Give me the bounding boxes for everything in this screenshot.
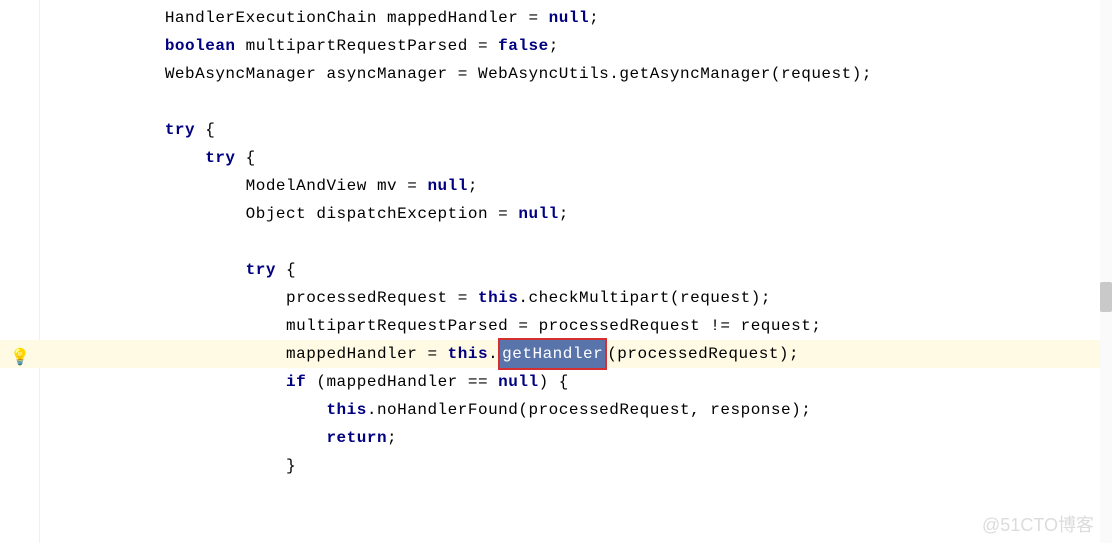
code-editor[interactable]: HandlerExecutionChain mappedHandler = nu… [0, 0, 1112, 543]
code-line[interactable]: boolean multipartRequestParsed = false; [40, 32, 1102, 60]
code-token: Object dispatchException = [246, 205, 519, 223]
code-line[interactable]: } [40, 452, 1102, 480]
code-token: { [205, 121, 215, 139]
code-line[interactable]: try { [40, 144, 1102, 172]
code-token: ; [549, 37, 559, 55]
code-line[interactable]: Object dispatchException = null; [40, 200, 1102, 228]
code-token: { [286, 261, 296, 279]
code-token: ; [468, 177, 478, 195]
code-token: this [478, 289, 518, 307]
code-token: ) { [539, 373, 569, 391]
code-token: HandlerExecutionChain mappedHandler = [165, 9, 549, 27]
code-line[interactable]: HandlerExecutionChain mappedHandler = nu… [40, 4, 1102, 32]
code-line[interactable]: this.noHandlerFound(processedRequest, re… [40, 396, 1102, 424]
code-line[interactable]: try { [40, 116, 1102, 144]
code-token: try [205, 149, 245, 167]
code-line[interactable]: 💡 mappedHandler = this.getHandler(proces… [40, 340, 1102, 368]
code-line[interactable] [40, 228, 1102, 256]
gutter [0, 0, 40, 543]
code-line[interactable]: if (mappedHandler == null) { [40, 368, 1102, 396]
vertical-scrollbar[interactable] [1100, 0, 1112, 543]
code-token: null [498, 373, 538, 391]
code-token: boolean [165, 37, 246, 55]
code-token: multipartRequestParsed = [246, 37, 499, 55]
code-token: null [427, 177, 467, 195]
code-token: ; [589, 9, 599, 27]
code-token: (mappedHandler == [316, 373, 498, 391]
code-token: ; [387, 429, 397, 447]
code-token: false [498, 37, 549, 55]
code-token: try [165, 121, 205, 139]
code-line[interactable] [40, 88, 1102, 116]
code-token: processedRequest = [286, 289, 478, 307]
code-line[interactable]: WebAsyncManager asyncManager = WebAsyncU… [40, 60, 1102, 88]
code-token: { [246, 149, 256, 167]
selected-text[interactable]: getHandler [498, 338, 607, 370]
code-line[interactable]: try { [40, 256, 1102, 284]
code-token: .noHandlerFound(processedRequest, respon… [367, 401, 811, 419]
code-token: (processedRequest); [607, 345, 799, 363]
code-token: ModelAndView mv = [246, 177, 428, 195]
code-token: try [246, 261, 286, 279]
code-token: null [518, 205, 558, 223]
code-token: .checkMultipart(request); [518, 289, 771, 307]
code-line[interactable]: multipartRequestParsed = processedReques… [40, 312, 1102, 340]
code-token: return [326, 429, 387, 447]
watermark: @51CTO博客 [982, 511, 1094, 537]
code-line[interactable]: ModelAndView mv = null; [40, 172, 1102, 200]
code-token: mappedHandler = [286, 345, 448, 363]
code-line[interactable]: return; [40, 424, 1102, 452]
code-token: multipartRequestParsed = processedReques… [286, 317, 821, 335]
code-token: if [286, 373, 316, 391]
code-token: . [488, 345, 498, 363]
code-token: } [286, 457, 296, 475]
intention-bulb-icon[interactable]: 💡 [10, 344, 30, 372]
code-token: ; [559, 205, 569, 223]
code-token: this [448, 345, 488, 363]
code-line[interactable]: processedRequest = this.checkMultipart(r… [40, 284, 1102, 312]
code-token: this [326, 401, 366, 419]
scrollbar-thumb[interactable] [1100, 282, 1112, 312]
code-token: WebAsyncManager asyncManager = WebAsyncU… [165, 65, 872, 83]
code-token: null [549, 9, 589, 27]
code-area[interactable]: HandlerExecutionChain mappedHandler = nu… [40, 0, 1102, 480]
